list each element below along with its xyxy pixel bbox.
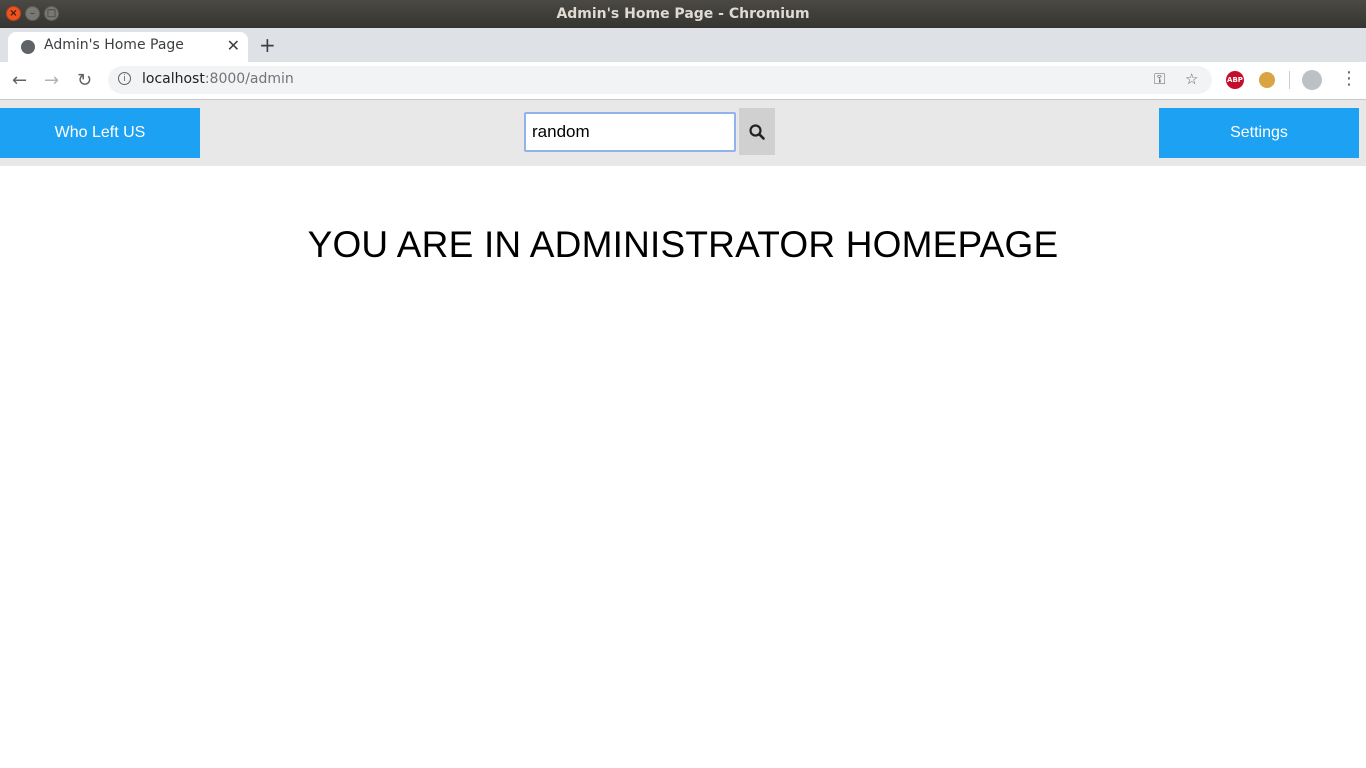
forward-arrow-icon[interactable]: →: [44, 70, 59, 91]
kebab-menu-icon[interactable]: ⋮: [1340, 68, 1358, 89]
search-icon: [749, 123, 765, 140]
settings-button[interactable]: Settings: [1159, 108, 1359, 158]
search-input[interactable]: [524, 112, 736, 152]
address-bar[interactable]: i localhost:8000/admin ⚿ ☆: [108, 66, 1212, 94]
tab-admin-home[interactable]: Admin's Home Page ✕: [8, 32, 248, 62]
info-icon[interactable]: i: [118, 72, 131, 85]
star-icon[interactable]: ☆: [1185, 70, 1198, 88]
window-titlebar: × – □ Admin's Home Page - Chromium: [0, 0, 1366, 28]
site-navbar: Who Left US Settings: [0, 100, 1366, 166]
profile-icon[interactable]: [1302, 70, 1322, 90]
url-text[interactable]: localhost:8000/admin: [142, 71, 294, 87]
adblock-icon[interactable]: ABP: [1226, 71, 1244, 89]
page-heading: YOU ARE IN ADMINISTRATOR HOMEPAGE: [307, 224, 1059, 265]
key-icon[interactable]: ⚿: [1154, 70, 1165, 88]
search-button[interactable]: [739, 108, 775, 155]
window-title: Admin's Home Page - Chromium: [556, 6, 810, 22]
plus-icon[interactable]: +: [259, 33, 276, 57]
cookie-icon[interactable]: [1259, 72, 1275, 88]
browser-toolbar: ← → ↻ i localhost:8000/admin ⚿ ☆: [0, 62, 1366, 100]
globe-icon: [21, 40, 35, 54]
reload-icon[interactable]: ↻: [77, 70, 92, 91]
tab-strip: Admin's Home Page ✕ +: [0, 28, 1366, 62]
tab-close-icon[interactable]: ✕: [227, 36, 240, 55]
toolbar-divider: [1289, 71, 1290, 89]
tab-title: Admin's Home Page: [44, 37, 184, 53]
back-arrow-icon[interactable]: ←: [12, 70, 27, 91]
brand-button[interactable]: Who Left US: [0, 108, 200, 158]
